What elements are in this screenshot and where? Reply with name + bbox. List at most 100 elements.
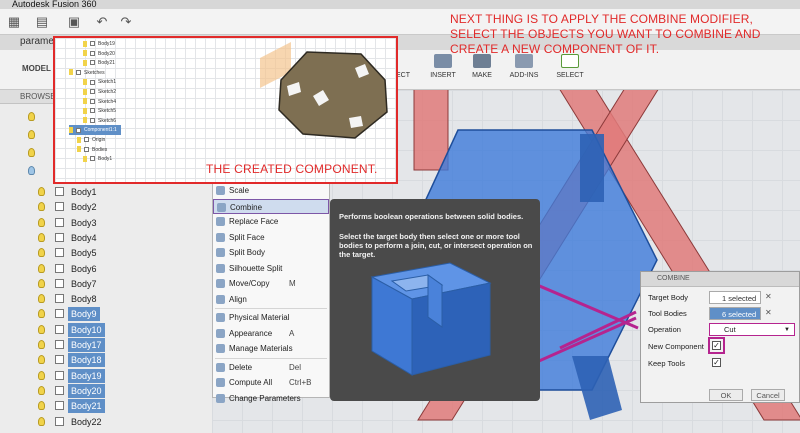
visibility-bulb-icon[interactable] [38, 202, 45, 212]
align-icon [216, 294, 225, 304]
visibility-bulb-icon[interactable] [28, 148, 35, 157]
browser-body-row[interactable]: Body3 [30, 216, 220, 230]
undo-icon[interactable]: ↶ [94, 14, 110, 30]
visibility-bulb-icon[interactable] [38, 324, 45, 334]
ok-button[interactable]: OK [709, 389, 743, 401]
menu-item-label: Split Face [229, 232, 265, 242]
visibility-bulb-icon[interactable] [38, 355, 45, 365]
browser-body-row[interactable]: Body10 [30, 322, 220, 337]
visibility-bulb-icon[interactable] [38, 370, 45, 380]
menu-item-label: Move/Copy [229, 279, 270, 288]
menu-item-replace-face[interactable]: Replace Face [213, 214, 329, 229]
inset-hex-slot [349, 116, 363, 128]
browser-body-row[interactable]: Body20 [30, 383, 220, 398]
tool-bodies-select[interactable]: 6 selected [709, 307, 761, 320]
keep-tools-label: Keep Tools [648, 359, 685, 368]
bar-body-b[interactable] [413, 90, 449, 171]
menu-item-change-parameters[interactable]: Change Parameters [213, 391, 329, 406]
body-name: Body21 [68, 399, 105, 414]
visibility-bulb-icon[interactable] [38, 278, 45, 288]
menu-item-label: Appearance [229, 328, 273, 338]
inset-caption: THE CREATED COMPONENT. [206, 162, 378, 176]
keep-tools-checkbox[interactable]: ✓ [712, 358, 721, 367]
make-button[interactable]: MAKE [466, 52, 498, 88]
addins-button[interactable]: ADD-INS [505, 52, 543, 88]
combine-icon [217, 202, 226, 212]
visibility-bulb-icon[interactable] [38, 416, 45, 426]
menu-item-label: Silhouette Split [229, 263, 283, 273]
body-cube-icon [55, 217, 64, 227]
cancel-button[interactable]: Cancel [751, 389, 785, 401]
visibility-bulb-icon[interactable] [28, 112, 35, 121]
visibility-bulb-icon[interactable] [38, 401, 45, 411]
browser-body-row[interactable]: Body1 [30, 185, 220, 199]
title-bar: Autodesk Fusion 360 [0, 0, 800, 9]
manage-materials-icon [216, 344, 225, 353]
browser-body-row[interactable]: Body7 [30, 277, 220, 291]
app-grid-icon[interactable]: ▦ [6, 14, 22, 30]
menu-item-compute-all[interactable]: Compute All Ctrl+B [213, 375, 329, 390]
operation-dropdown[interactable]: Cut ▼ [709, 323, 795, 336]
insert-button[interactable]: INSERT [426, 52, 460, 88]
replace-face-icon [216, 217, 225, 226]
target-body-clear-icon[interactable]: ✕ [765, 292, 772, 301]
tool-slot-top[interactable] [580, 134, 604, 202]
body-cube-icon [55, 232, 64, 242]
browser-body-row[interactable]: Body4 [30, 231, 220, 245]
new-component-checkbox[interactable]: ✓ [708, 337, 725, 354]
menu-item-split-face[interactable]: Split Face [213, 230, 329, 245]
visibility-bulb-icon[interactable] [38, 340, 45, 349]
visibility-bulb-icon[interactable] [38, 294, 45, 304]
body-name: Body7 [71, 278, 97, 289]
body-cube-icon [55, 355, 64, 365]
menu-item-split-body[interactable]: Split Body [213, 245, 329, 260]
menu-item-appearance[interactable]: Appearance A [213, 326, 329, 341]
ribbon-truncated-label[interactable]: ECT [396, 52, 410, 88]
browser-body-row[interactable]: Body9 [30, 307, 220, 322]
visibility-bulb-icon[interactable] [38, 309, 45, 319]
browser-body-row[interactable]: Body19 [30, 368, 220, 383]
browser-tree-top [22, 104, 35, 184]
body-cube-icon [55, 248, 64, 258]
menu-item-manage-materials[interactable]: Manage Materials [213, 341, 329, 356]
window-title: Autodesk Fusion 360 [12, 0, 97, 9]
browser-body-row[interactable]: Body22 [30, 415, 220, 429]
menu-item-label: Compute All [229, 378, 273, 387]
browser-body-row[interactable]: Body8 [30, 292, 220, 306]
visibility-bulb-icon[interactable] [28, 130, 35, 139]
modify-context-menu: Scale Combine Replace Face Split Face Split … [212, 182, 330, 403]
visibility-bulb-icon[interactable] [38, 248, 45, 258]
menu-item-align[interactable]: Align [213, 292, 329, 307]
document-tab[interactable]: parame [20, 36, 54, 47]
menu-item-combine[interactable]: Combine [213, 198, 329, 214]
file-icon[interactable]: ▤ [34, 14, 50, 30]
menu-item-physical-material[interactable]: Physical Material [213, 310, 329, 325]
target-body-select[interactable]: 1 selected [709, 291, 761, 304]
browser-body-row[interactable]: Body5 [30, 246, 220, 260]
select-button[interactable]: SELECT [553, 52, 587, 88]
visibility-bulb-icon[interactable] [38, 217, 45, 227]
body-cube-icon [55, 202, 64, 212]
browser-body-row[interactable]: Body2 [30, 200, 220, 214]
browser-body-row[interactable]: Body17 [30, 338, 220, 352]
split-body-icon [216, 248, 225, 257]
visibility-bulb-icon[interactable] [38, 232, 45, 242]
visibility-bulb-icon[interactable] [28, 166, 35, 175]
menu-item-silhouette-split[interactable]: Silhouette Split [213, 261, 329, 276]
visibility-bulb-icon[interactable] [38, 263, 45, 273]
save-icon[interactable]: ▣ [66, 14, 82, 30]
menu-item-move-copy[interactable]: Move/Copy M [213, 276, 329, 291]
visibility-bulb-icon[interactable] [38, 385, 45, 395]
body-name: Body9 [68, 307, 100, 322]
combine-dialog-header[interactable]: COMBINE [641, 272, 799, 287]
browser-body-row[interactable]: Body18 [30, 353, 220, 368]
browser-body-row[interactable]: Body21 [30, 399, 220, 414]
browser-body-row[interactable]: Body6 [30, 262, 220, 276]
menu-item-scale[interactable]: Scale [213, 183, 329, 198]
menu-item-label: Physical Material [229, 313, 290, 322]
tool-bodies-clear-icon[interactable]: ✕ [765, 308, 772, 317]
redo-icon[interactable]: ↷ [118, 14, 134, 30]
menu-item-delete[interactable]: Delete Del [213, 360, 329, 375]
workspace-switcher[interactable]: MODEL [22, 64, 51, 73]
visibility-bulb-icon[interactable] [38, 187, 45, 196]
